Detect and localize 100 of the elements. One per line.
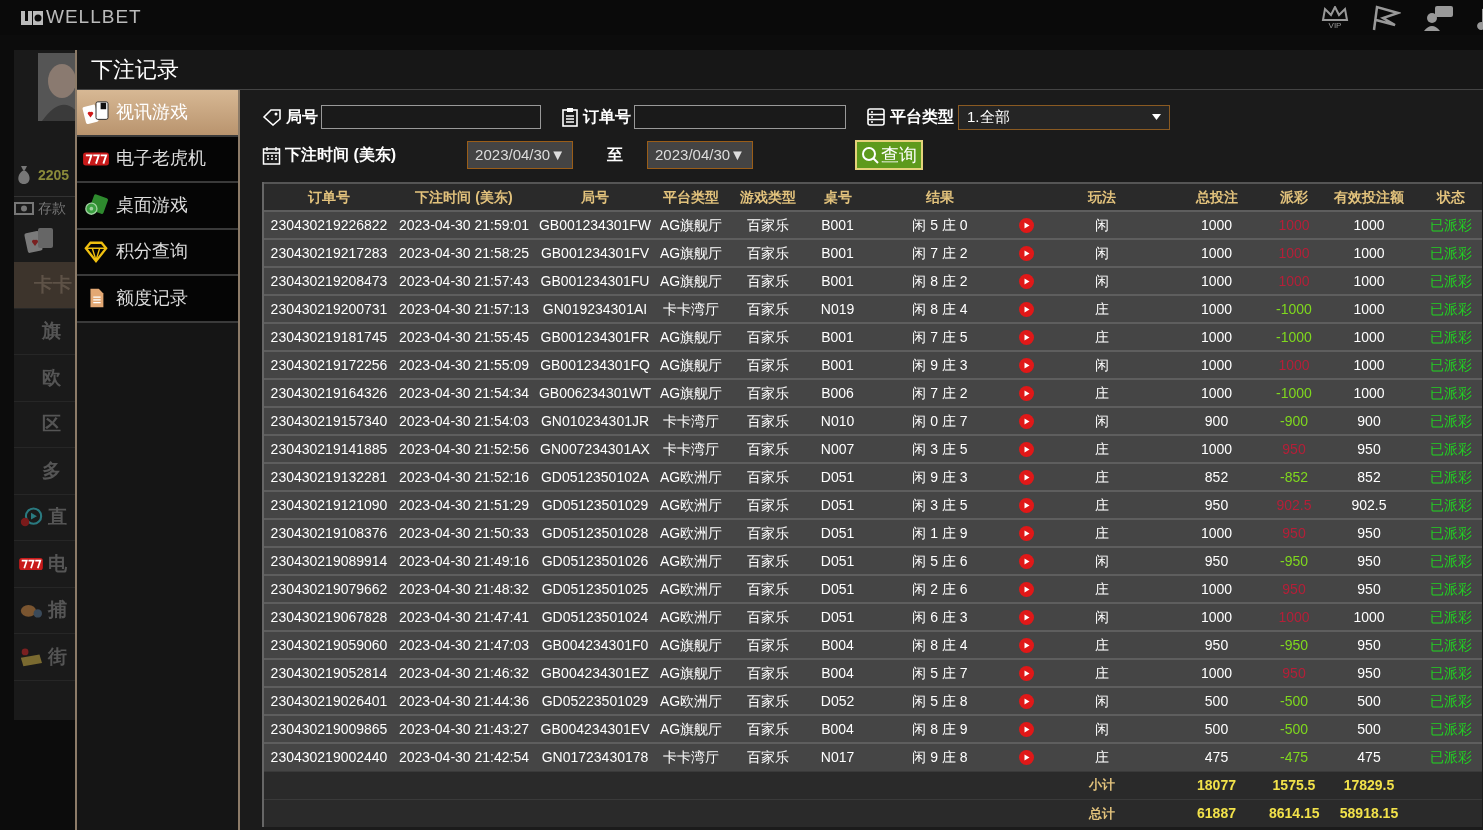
play-video-icon[interactable] — [1019, 385, 1034, 401]
column-header: 派彩 — [1269, 183, 1319, 211]
play-video-icon[interactable] — [1019, 329, 1034, 345]
sidebar-item[interactable]: 捕 — [48, 596, 67, 625]
table-cell: 庄 — [1039, 323, 1164, 351]
flag-icon[interactable] — [1371, 4, 1401, 31]
start-date-select[interactable]: 2023/04/30▼ — [467, 141, 574, 169]
play-video-icon[interactable] — [1019, 693, 1034, 709]
menu-tab[interactable]: 额度记录 — [77, 276, 238, 323]
tag-icon — [262, 108, 282, 126]
column-header: 局号 — [534, 183, 656, 211]
table-cell: 2023-04-30 21:43:27 — [394, 715, 534, 743]
query-button[interactable]: 查询 — [854, 140, 923, 170]
table-cell: 230430219121090 — [264, 491, 394, 519]
menu-tab[interactable]: 电子老虎机 — [77, 136, 238, 183]
table-cell: 1000 — [1164, 603, 1269, 631]
table-cell: 百家乐 — [726, 631, 809, 659]
play-video-icon[interactable] — [1019, 469, 1034, 485]
table-cell: 庄 — [1039, 659, 1164, 687]
play-video-icon[interactable] — [1019, 301, 1034, 317]
sidebar-item[interactable]: 直 — [48, 503, 67, 532]
table-cell: GD05223501029 — [534, 687, 656, 715]
menu-tab[interactable]: 桌面游戏 — [77, 183, 238, 230]
play-video-icon[interactable] — [1019, 217, 1034, 233]
play-video-icon[interactable] — [1019, 749, 1034, 765]
table-cell: GD05123501029 — [534, 491, 656, 519]
table-cell: 百家乐 — [726, 267, 809, 295]
table-cell: 230430219132281 — [264, 463, 394, 491]
table-cell: 1000 — [1319, 379, 1419, 407]
chat-person-icon[interactable] — [1423, 4, 1455, 31]
play-video-icon[interactable] — [1019, 721, 1034, 737]
play-video-icon[interactable] — [1019, 553, 1034, 569]
sidebar-item[interactable]: 街 — [48, 642, 67, 671]
table-cell: 百家乐 — [726, 659, 809, 687]
caret-icon — [1152, 114, 1161, 120]
table-cell: B004 — [809, 631, 866, 659]
order-number-field[interactable] — [634, 105, 846, 129]
table-cell: GB004234301F0 — [534, 631, 656, 659]
deposit-link[interactable]: 存款 — [38, 198, 66, 219]
table-cell: 1000 — [1319, 603, 1419, 631]
round-field[interactable] — [321, 105, 541, 129]
play-video-icon[interactable] — [1019, 637, 1034, 653]
platform-select[interactable]: 1.全部 — [958, 104, 1170, 130]
table-cell: B004 — [809, 659, 866, 687]
table-cell: 百家乐 — [726, 323, 809, 351]
table-cell: 闲 9 庄 3 — [866, 463, 1014, 491]
table-cell: 852 — [1319, 463, 1419, 491]
table-cell: 230430219157340 — [264, 407, 394, 435]
table-cell: AG旗舰厅 — [656, 659, 726, 687]
column-header: 结果 — [866, 183, 1014, 211]
table-cell: 500 — [1164, 715, 1269, 743]
order-label: 订单号 — [561, 105, 631, 129]
menu-tab[interactable]: 积分查询 — [77, 229, 238, 276]
table-cell: 已派彩 — [1419, 239, 1482, 267]
menu-tab[interactable]: 视讯游戏 — [77, 90, 238, 137]
column-header: 平台类型 — [656, 183, 726, 211]
end-date-select[interactable]: 2023/04/30▼ — [647, 141, 753, 169]
table-cell: 950 — [1269, 519, 1319, 547]
table-cell: 百家乐 — [726, 491, 809, 519]
table-cell: 闲 — [1039, 715, 1164, 743]
table-cell: D051 — [809, 575, 866, 603]
play-video-icon[interactable] — [1019, 665, 1034, 681]
table-cell: GB004234301EV — [534, 715, 656, 743]
table-cell: AG欧洲厅 — [656, 491, 726, 519]
play-video-icon[interactable] — [1019, 273, 1034, 289]
table-cell: 闲 5 庄 7 — [866, 659, 1014, 687]
table-cell: 2023-04-30 21:48:32 — [394, 575, 534, 603]
table-cell: 闲 — [1039, 239, 1164, 267]
table-cell: 2023-04-30 21:57:43 — [394, 267, 534, 295]
table-cell: 闲 — [1039, 603, 1164, 631]
logo-text[interactable]: WELLBET — [46, 3, 142, 32]
table-cell: 950 — [1269, 575, 1319, 603]
table-cell: 已派彩 — [1419, 715, 1482, 743]
table-cell: GB004234301EZ — [534, 659, 656, 687]
table-cell: 1000 — [1269, 267, 1319, 295]
table-cell: 闲 8 庄 4 — [866, 295, 1014, 323]
table-cell: 1000 — [1319, 351, 1419, 379]
table-cell: 950 — [1319, 575, 1419, 603]
play-video-icon[interactable] — [1019, 413, 1034, 429]
table-cell: 2023-04-30 21:49:16 — [394, 547, 534, 575]
play-video-icon[interactable] — [1019, 609, 1034, 625]
play-video-icon[interactable] — [1019, 357, 1034, 373]
cash-chip-icon — [82, 193, 110, 218]
table-cell: 闲 — [1039, 211, 1164, 239]
play-video-icon[interactable] — [1019, 497, 1034, 513]
bet-time-label: 下注时间 (美东) — [262, 143, 397, 167]
table-cell: AG旗舰厅 — [656, 351, 726, 379]
table-cell: 庄 — [1039, 435, 1164, 463]
play-video-icon[interactable] — [1019, 441, 1034, 457]
sidebar-item[interactable]: 电 — [48, 549, 67, 578]
play-video-icon[interactable] — [1019, 245, 1034, 261]
table-cell: AG旗舰厅 — [656, 239, 726, 267]
play-video-icon[interactable] — [1019, 525, 1034, 541]
table-cell: 1000 — [1164, 351, 1269, 379]
table-cell: 闲 7 庄 2 — [866, 379, 1014, 407]
logo-icon — [20, 9, 44, 26]
table-cell: GD05123501026 — [534, 547, 656, 575]
play-video-icon[interactable] — [1019, 581, 1034, 597]
table-cell: 230430219141885 — [264, 435, 394, 463]
server-list-icon — [866, 107, 886, 127]
